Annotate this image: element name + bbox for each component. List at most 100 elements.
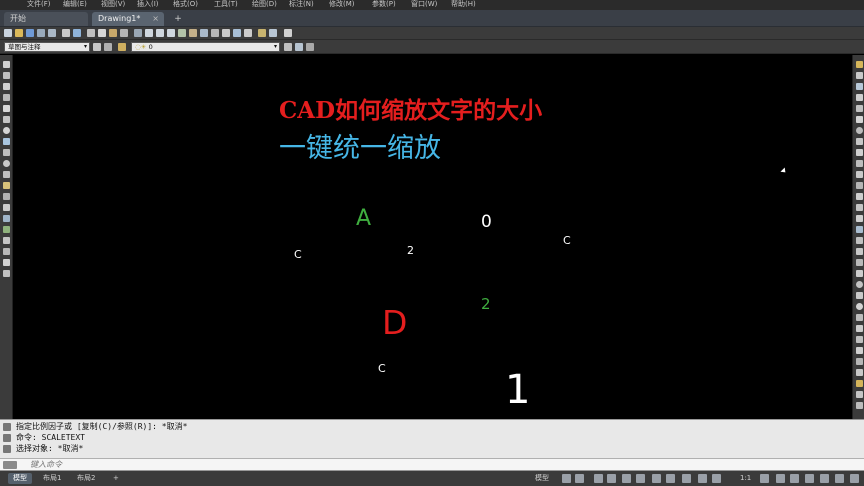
annotation-scale[interactable]: 1:1 — [740, 473, 751, 484]
undo-icon[interactable] — [134, 29, 142, 37]
layer-properties-icon[interactable] — [104, 43, 112, 51]
transparency-icon[interactable] — [682, 474, 691, 483]
menu-modify[interactable]: 修改(M) — [329, 0, 355, 9]
annotate-icon[interactable] — [156, 29, 164, 37]
isodraft-icon[interactable] — [622, 474, 631, 483]
drawing-text-a[interactable]: A — [356, 208, 371, 230]
match-properties-icon[interactable] — [120, 29, 128, 37]
drawing-text-c[interactable]: C — [294, 249, 302, 260]
selection-cycling-icon[interactable] — [698, 474, 707, 483]
gear-icon[interactable] — [776, 474, 785, 483]
menu-insert[interactable]: 插入(I) — [137, 0, 159, 9]
rectangle-icon[interactable] — [3, 105, 10, 112]
menu-draw[interactable]: 绘图(D) — [252, 0, 277, 9]
scale-icon[interactable] — [856, 138, 863, 145]
new-tab-button[interactable]: + — [172, 12, 184, 26]
zoom-previous-icon[interactable] — [211, 29, 219, 37]
layer-match-icon[interactable] — [306, 43, 314, 51]
point-icon[interactable] — [3, 204, 10, 211]
extend-icon[interactable] — [856, 171, 863, 178]
cut-icon[interactable] — [87, 29, 95, 37]
settings-icon[interactable] — [3, 434, 11, 442]
tool-palettes-icon[interactable] — [244, 29, 252, 37]
calculator-icon[interactable] — [284, 29, 292, 37]
fillet-icon[interactable] — [856, 215, 863, 222]
table-icon[interactable] — [3, 248, 10, 255]
workspace-select[interactable]: 草图与注释 ▾ — [4, 42, 90, 52]
close-icon[interactable]: × — [152, 12, 159, 26]
plot-icon[interactable] — [48, 29, 56, 37]
tab-model[interactable]: 模型 — [8, 473, 32, 484]
otrack-icon[interactable] — [652, 474, 661, 483]
osnap-icon[interactable] — [636, 474, 645, 483]
snap-icon[interactable] — [575, 474, 584, 483]
menu-format[interactable]: 格式(O) — [173, 0, 198, 9]
hatch-icon[interactable] — [3, 215, 10, 222]
menu-edit[interactable]: 编辑(E) — [63, 0, 87, 9]
arc-icon[interactable] — [3, 116, 10, 123]
trim-icon[interactable] — [856, 160, 863, 167]
layer-select[interactable]: ◌☀ 0 ▾ — [131, 42, 280, 52]
chamfer-icon[interactable] — [856, 204, 863, 211]
menu-view[interactable]: 视图(V) — [101, 0, 125, 9]
menu-file[interactable]: 文件(F) — [27, 0, 51, 9]
copy-object-icon[interactable] — [856, 72, 863, 79]
menu-dimension[interactable]: 标注(N) — [289, 0, 314, 9]
layer-previous-icon[interactable] — [295, 43, 303, 51]
drawing-text-zero[interactable]: 0 — [481, 214, 492, 231]
isolate-icon[interactable] — [805, 474, 814, 483]
text-icon[interactable] — [167, 29, 175, 37]
revision-cloud-icon[interactable] — [3, 138, 10, 145]
history-icon[interactable] — [3, 445, 11, 453]
ordinate-icon[interactable] — [856, 270, 863, 277]
command-input[interactable]: 键入命令 — [30, 460, 62, 470]
menu-parametric[interactable]: 参数(P) — [372, 0, 396, 9]
line-icon[interactable] — [3, 61, 10, 68]
customize-icon[interactable] — [850, 474, 859, 483]
new-icon[interactable] — [4, 29, 12, 37]
tab-layout1[interactable]: 布局1 — [38, 473, 66, 484]
markup-icon[interactable] — [269, 29, 277, 37]
model-space-button[interactable]: 模型 — [530, 473, 554, 484]
zoom-icon[interactable] — [189, 29, 197, 37]
pan-icon[interactable] — [178, 29, 186, 37]
add-icon[interactable] — [790, 474, 799, 483]
drawing-text-c[interactable]: C — [378, 363, 386, 374]
make-current-icon[interactable] — [284, 43, 292, 51]
open-icon[interactable] — [15, 29, 23, 37]
close-icon[interactable] — [3, 423, 11, 431]
continue-icon[interactable] — [856, 347, 863, 354]
zoom-window-icon[interactable] — [200, 29, 208, 37]
dim-update-icon[interactable] — [856, 391, 863, 398]
clean-screen-icon[interactable] — [835, 474, 844, 483]
menu-help[interactable]: 帮助(H) — [451, 0, 476, 9]
tab-drawing1[interactable]: Drawing1* × — [92, 12, 164, 26]
grid-icon[interactable] — [562, 474, 571, 483]
aligned-dim-icon[interactable] — [856, 248, 863, 255]
workspace-settings-icon[interactable] — [93, 43, 101, 51]
command-line[interactable]: 键入命令 — [0, 458, 864, 471]
linear-dim-icon[interactable] — [856, 237, 863, 244]
move-icon[interactable] — [856, 116, 863, 123]
menu-window[interactable]: 窗口(W) — [411, 0, 437, 9]
tab-start[interactable]: 开始 — [4, 12, 88, 26]
dim-style-icon[interactable] — [856, 402, 863, 409]
quick-dim-icon[interactable] — [856, 325, 863, 332]
save-icon[interactable] — [26, 29, 34, 37]
insert-block-icon[interactable] — [3, 182, 10, 189]
tolerance-icon[interactable] — [856, 358, 863, 365]
properties-icon[interactable] — [222, 29, 230, 37]
rotate-icon[interactable] — [856, 127, 863, 134]
design-center-icon[interactable] — [233, 29, 241, 37]
polygon-icon[interactable] — [3, 94, 10, 101]
break-icon[interactable] — [856, 182, 863, 189]
stretch-icon[interactable] — [856, 149, 863, 156]
array-icon[interactable] — [856, 105, 863, 112]
drawing-text-d[interactable]: D — [382, 306, 407, 339]
drawing-text-c[interactable]: C — [563, 235, 571, 246]
offset-icon[interactable] — [856, 94, 863, 101]
add-selected-icon[interactable] — [3, 270, 10, 277]
spline-icon[interactable] — [3, 149, 10, 156]
baseline-icon[interactable] — [856, 336, 863, 343]
add-layout-button[interactable]: + — [108, 473, 124, 484]
